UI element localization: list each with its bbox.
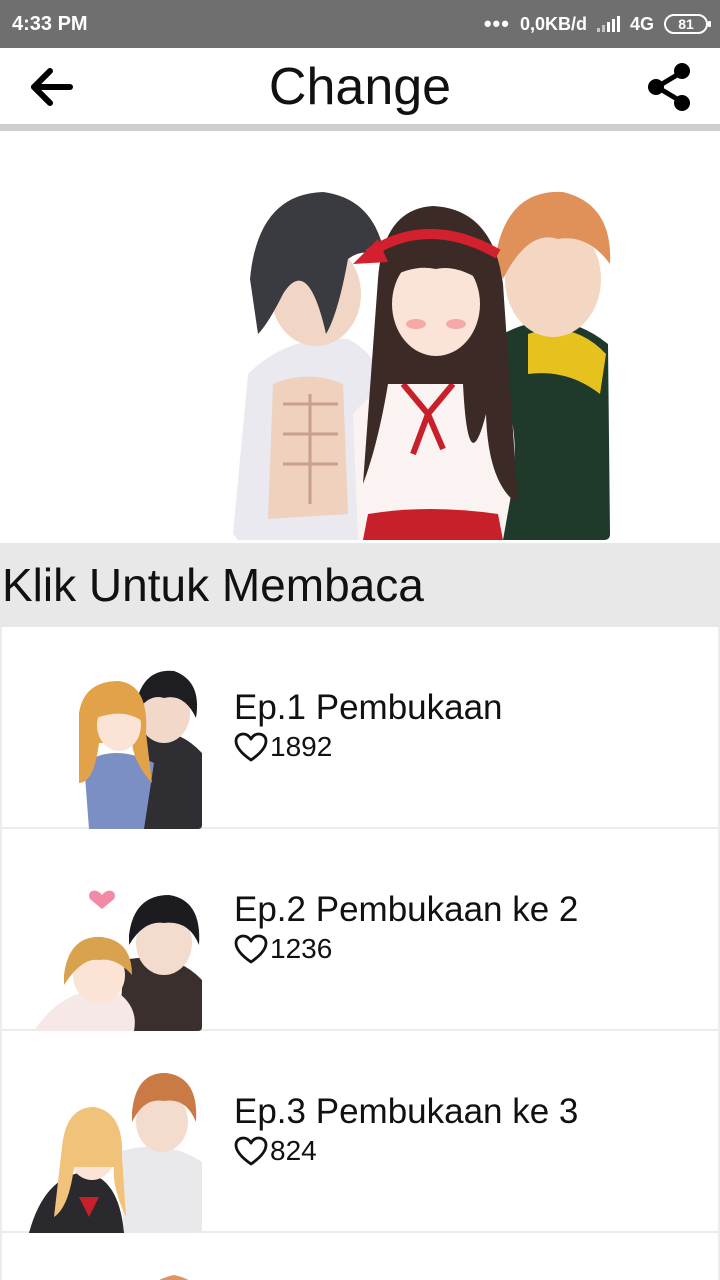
episode-info: Ep.2 Pembukaan ke 2 1236 — [234, 889, 578, 965]
share-button[interactable] — [642, 60, 696, 114]
back-button[interactable] — [26, 62, 76, 112]
section-header: Klik Untuk Membaca — [0, 543, 720, 627]
episode-info: Ep.1 Pembukaan 1892 — [234, 687, 503, 763]
episode-thumbnail — [24, 1239, 204, 1280]
share-icon — [648, 63, 690, 111]
heart-icon — [234, 1136, 268, 1166]
network-speed: 0,0KB/d — [519, 13, 587, 34]
app-bar-divider — [0, 124, 720, 131]
heart-icon — [234, 934, 268, 964]
battery-icon: 81 — [664, 14, 711, 34]
episode-title: Ep.1 Pembukaan — [234, 688, 503, 727]
more-dots-icon: ••• — [483, 11, 510, 36]
cover-illustration — [228, 184, 614, 542]
heart-icon — [234, 732, 268, 762]
section-title: Klik Untuk Membaca — [2, 559, 424, 611]
episode-item[interactable]: Ep.2 Pembukaan ke 2 1236 — [0, 829, 720, 1031]
episode-item[interactable] — [0, 1233, 720, 1280]
episode-title: Ep.3 Pembukaan ke 3 — [234, 1092, 579, 1131]
battery-level: 81 — [678, 16, 694, 32]
episode-info: Ep.3 Pembukaan ke 3 824 — [234, 1091, 578, 1167]
status-indicators: ••• 0,0KB/d 4G 81 — [483, 11, 711, 37]
arrow-left-icon — [31, 68, 73, 106]
episode-likes: 824 — [234, 1135, 578, 1167]
status-bar: 4:33 PM ••• 0,0KB/d 4G 81 — [0, 0, 720, 48]
episode-likes: 1236 — [234, 933, 578, 965]
episode-thumbnail — [24, 1067, 204, 1233]
episode-thumbnail — [24, 663, 204, 829]
signal-icon — [596, 16, 620, 32]
likes-count: 1236 — [270, 933, 333, 964]
episode-title: Ep.2 Pembukaan ke 2 — [234, 890, 579, 929]
app-bar: Change — [0, 48, 720, 126]
network-type: 4G — [629, 13, 654, 34]
page-title: Change — [268, 58, 452, 116]
likes-count: 824 — [270, 1135, 317, 1166]
episode-item[interactable]: Ep.3 Pembukaan ke 3 824 — [0, 1031, 720, 1233]
status-time: 4:33 PM — [12, 12, 88, 35]
episode-thumbnail — [24, 865, 204, 1031]
likes-count: 1892 — [270, 731, 333, 762]
episode-item[interactable]: Ep.1 Pembukaan 1892 — [0, 627, 720, 829]
episode-list: Ep.1 Pembukaan 1892 Ep.2 Pembukaan ke 2 — [0, 627, 720, 1280]
episode-likes: 1892 — [234, 731, 503, 763]
